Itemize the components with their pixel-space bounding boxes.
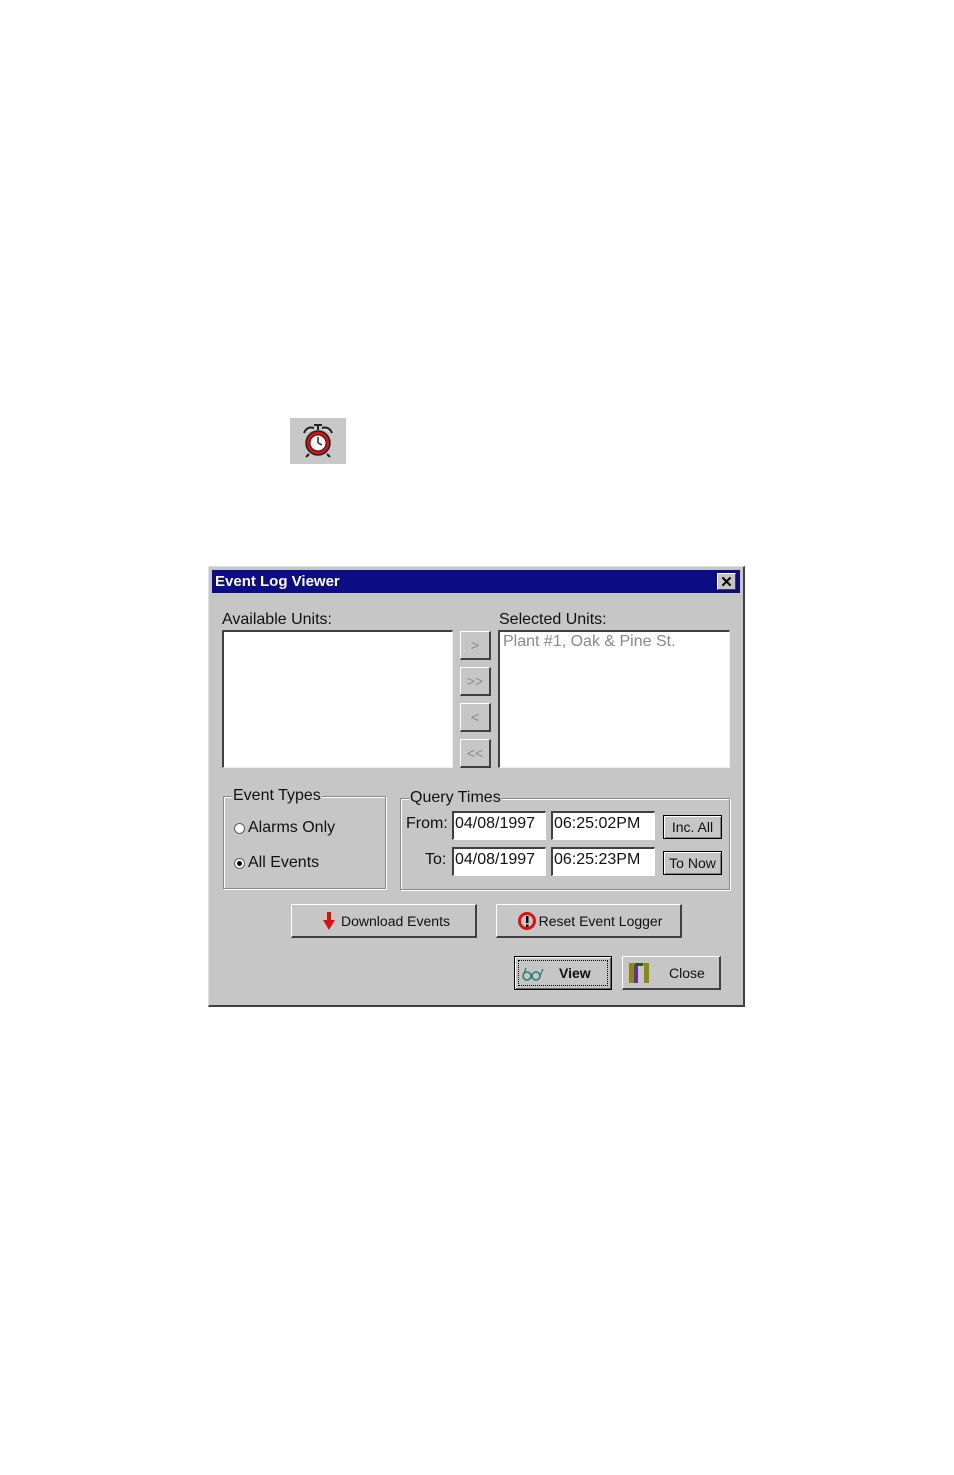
- selected-units-label: Selected Units:: [499, 611, 607, 628]
- download-arrow-icon: [317, 909, 341, 933]
- title-bar[interactable]: Event Log Viewer ✕: [212, 570, 740, 593]
- radio-all-events[interactable]: All Events: [234, 854, 319, 872]
- door-exit-icon: [627, 961, 651, 985]
- focus-rectangle: [518, 960, 608, 986]
- to-now-button[interactable]: To Now: [663, 851, 722, 875]
- query-times-legend: Query Times: [409, 789, 502, 807]
- available-units-list[interactable]: [222, 630, 453, 768]
- event-types-group: Event Types Alarms Only All Events: [223, 787, 386, 889]
- radio-label: All Events: [248, 854, 320, 871]
- radio-button[interactable]: [234, 857, 245, 869]
- radio-button[interactable]: [234, 822, 245, 834]
- inc-all-button[interactable]: Inc. All: [663, 815, 722, 839]
- available-units-label: Available Units:: [222, 611, 332, 628]
- alarm-clock-icon[interactable]: [290, 418, 346, 464]
- radio-alarms-only[interactable]: Alarms Only: [234, 819, 335, 837]
- to-date-field[interactable]: 04/08/1997: [452, 847, 546, 876]
- remove-all-button[interactable]: <<: [460, 739, 491, 768]
- add-one-button[interactable]: >: [460, 631, 491, 660]
- radio-selected-dot: [237, 860, 242, 866]
- remove-one-button[interactable]: <: [460, 703, 491, 732]
- event-types-legend: Event Types: [232, 787, 322, 805]
- from-time-field[interactable]: 06:25:02PM: [551, 811, 655, 840]
- reset-event-logger-label: Reset Event Logger: [538, 912, 663, 929]
- download-events-label: Download Events: [341, 912, 450, 929]
- close-icon[interactable]: ✕: [717, 573, 736, 591]
- view-button[interactable]: View: [514, 956, 612, 990]
- reset-event-logger-button[interactable]: Reset Event Logger: [496, 904, 682, 938]
- radio-label: Alarms Only: [248, 819, 336, 836]
- to-time-field[interactable]: 06:25:23PM: [551, 847, 655, 876]
- event-log-viewer-dialog: Event Log Viewer ✕ Available Units: > >>…: [208, 566, 745, 1007]
- from-date-field[interactable]: 04/08/1997: [452, 811, 546, 840]
- from-label: From:: [406, 815, 448, 832]
- download-events-button[interactable]: Download Events: [291, 904, 477, 938]
- to-label: To:: [425, 851, 447, 868]
- close-button[interactable]: Close: [622, 956, 721, 990]
- reset-icon: [515, 909, 539, 933]
- list-item[interactable]: Plant #1, Oak & Pine St.: [500, 632, 729, 652]
- add-all-button[interactable]: >>: [460, 667, 491, 696]
- selected-units-list[interactable]: Plant #1, Oak & Pine St.: [498, 630, 730, 768]
- close-label: Close: [669, 964, 705, 981]
- dialog-title: Event Log Viewer: [215, 573, 340, 590]
